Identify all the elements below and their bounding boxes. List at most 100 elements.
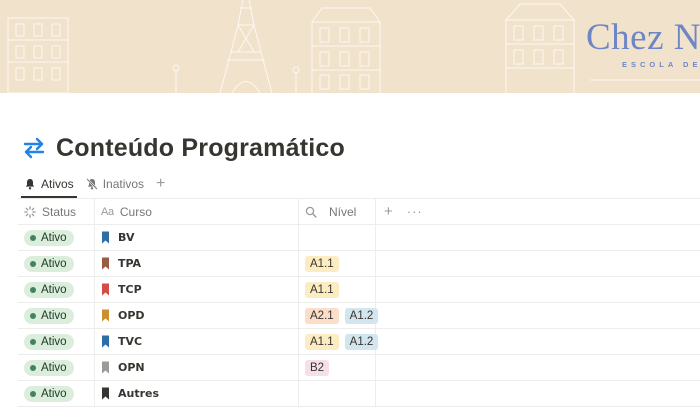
curso-name: Autres (118, 387, 160, 400)
status-label: Ativo (41, 361, 67, 374)
empty-cell (376, 381, 700, 406)
nivel-tag: A1.2 (344, 307, 379, 324)
header-actions: + ··· (376, 199, 700, 224)
curso-name: OPD (118, 309, 145, 322)
bookmark-icon (102, 231, 109, 244)
curso-name: OPN (118, 361, 145, 374)
empty-cell (376, 355, 700, 380)
status-badge: Ativo (24, 333, 74, 350)
nivel-cell[interactable]: B2 (299, 355, 376, 380)
status-label: Ativo (41, 231, 67, 244)
table-row[interactable]: Ativo OPD A2.1 A1.2 (18, 303, 700, 329)
table-row[interactable]: Ativo OPN B2 (18, 355, 700, 381)
status-dot-icon (30, 338, 36, 345)
status-badge: Ativo (24, 359, 74, 376)
column-header-nivel[interactable]: Nível (299, 199, 376, 224)
curso-cell[interactable]: OPD (95, 303, 299, 328)
curso-name: TVC (118, 335, 143, 348)
nivel-tag: A1.1 (305, 281, 339, 298)
add-view-button[interactable]: + (150, 173, 171, 195)
page-header: Conteúdo Programático (22, 131, 345, 165)
bookmark-icon (102, 361, 109, 374)
nivel-tag: A1.1 (305, 255, 339, 272)
status-cell[interactable]: Ativo (18, 303, 95, 328)
status-badge: Ativo (24, 281, 74, 298)
status-dot-icon (30, 364, 36, 371)
table-header: Status Aa Curso Nível + ··· (18, 199, 700, 225)
table-row[interactable]: Ativo TPA A1.1 (18, 251, 700, 277)
table-row[interactable]: Ativo BV (18, 225, 700, 251)
status-label: Ativo (41, 283, 67, 296)
curso-name: TPA (118, 257, 142, 270)
cover-banner: Chez N ESCOLA DE F (0, 0, 700, 93)
loading-spinner-icon (24, 205, 36, 218)
column-label: Curso (119, 204, 152, 219)
bookmark-icon (102, 335, 109, 348)
status-badge: Ativo (24, 385, 74, 402)
status-dot-icon (30, 390, 36, 397)
nivel-cell[interactable]: A2.1 A1.2 (299, 303, 379, 328)
bell-icon (25, 179, 35, 190)
status-badge: Ativo (24, 229, 74, 246)
column-header-curso[interactable]: Aa Curso (95, 199, 299, 224)
empty-cell (376, 251, 700, 276)
status-cell[interactable]: Ativo (18, 329, 95, 354)
nivel-cell[interactable] (299, 225, 376, 250)
status-cell[interactable]: Ativo (18, 251, 95, 276)
text-property-icon: Aa (101, 205, 114, 218)
nivel-cell[interactable]: A1.1 A1.2 (299, 329, 379, 354)
tab-label: Ativos (41, 177, 74, 191)
nivel-tag: A2.1 (305, 307, 339, 324)
brand-subtitle: ESCOLA DE F (622, 60, 700, 69)
nivel-cell[interactable]: A1.1 (299, 251, 376, 276)
status-badge: Ativo (24, 255, 74, 272)
curso-cell[interactable]: TCP (95, 277, 299, 302)
curso-cell[interactable]: BV (95, 225, 299, 250)
tab-label: Inativos (102, 177, 145, 191)
add-property-button[interactable]: + (384, 203, 393, 220)
search-icon (305, 206, 317, 218)
nivel-cell[interactable] (299, 381, 376, 406)
status-cell[interactable]: Ativo (18, 225, 95, 250)
nivel-tag: B2 (305, 359, 330, 376)
table-row[interactable]: Ativo Autres (18, 381, 700, 407)
curso-cell[interactable]: OPN (95, 355, 299, 380)
bookmark-icon (102, 283, 109, 296)
bookmark-icon (102, 387, 109, 400)
status-label: Ativo (41, 257, 67, 270)
nivel-cell[interactable]: A1.1 (299, 277, 376, 302)
nivel-tag: A1.2 (344, 333, 379, 350)
more-options-icon[interactable]: ··· (407, 204, 423, 219)
curso-cell[interactable]: Autres (95, 381, 299, 406)
status-dot-icon (30, 234, 36, 241)
table-row[interactable]: Ativo TVC A1.1 A1.2 (18, 329, 700, 355)
status-label: Ativo (41, 387, 67, 400)
curso-name: TCP (118, 283, 142, 296)
status-label: Ativo (41, 309, 67, 322)
empty-cell (376, 329, 700, 354)
page-title: Conteúdo Programático (56, 133, 345, 162)
status-cell[interactable]: Ativo (18, 381, 95, 406)
nivel-tag: A1.1 (305, 333, 339, 350)
bookmark-icon (102, 257, 109, 270)
table-row[interactable]: Ativo TCP A1.1 (18, 277, 700, 303)
tab-ativos[interactable]: Ativos (18, 173, 80, 198)
curso-cell[interactable]: TVC (95, 329, 299, 354)
empty-cell (376, 225, 700, 250)
curso-cell[interactable]: TPA (95, 251, 299, 276)
empty-cell (376, 277, 700, 302)
status-dot-icon (30, 312, 36, 319)
bell-off-icon (85, 178, 98, 190)
curso-name: BV (118, 231, 135, 244)
view-tabs: Ativos Inativos + (18, 173, 171, 199)
column-header-status[interactable]: Status (18, 199, 95, 224)
status-cell[interactable]: Ativo (18, 277, 95, 302)
column-label: Nível (329, 204, 357, 219)
tab-inativos[interactable]: Inativos (80, 173, 150, 195)
arrows-left-right-icon[interactable] (22, 135, 48, 161)
table-body: Ativo BV Ativo TPA A1.1 Ativo TCP A1.1 Ativo OPD A… (18, 225, 700, 407)
status-dot-icon (30, 286, 36, 293)
status-cell[interactable]: Ativo (18, 355, 95, 380)
bookmark-icon (102, 309, 109, 322)
status-dot-icon (30, 260, 36, 267)
